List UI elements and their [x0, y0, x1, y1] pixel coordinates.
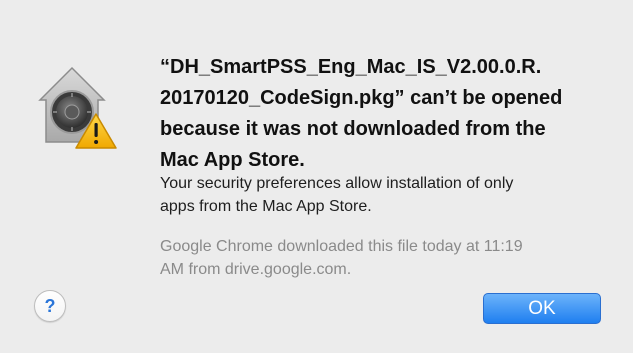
ok-button-label: OK [528, 297, 556, 319]
ok-button[interactable]: OK [483, 293, 601, 324]
security-info-text: Your security preferences allow installa… [160, 175, 514, 215]
download-source-text: Google Chrome downloaded this file today… [160, 238, 523, 278]
dialog-title: “DH_SmartPSS_Eng_Mac_IS_V2.00.0.R. 20170… [160, 56, 563, 171]
help-button[interactable]: ? [34, 290, 66, 322]
gatekeeper-lock-warning-icon [34, 60, 120, 152]
alert-dialog: “DH_SmartPSS_Eng_Mac_IS_V2.00.0.R. 20170… [0, 0, 633, 353]
help-question-icon: ? [44, 295, 56, 316]
